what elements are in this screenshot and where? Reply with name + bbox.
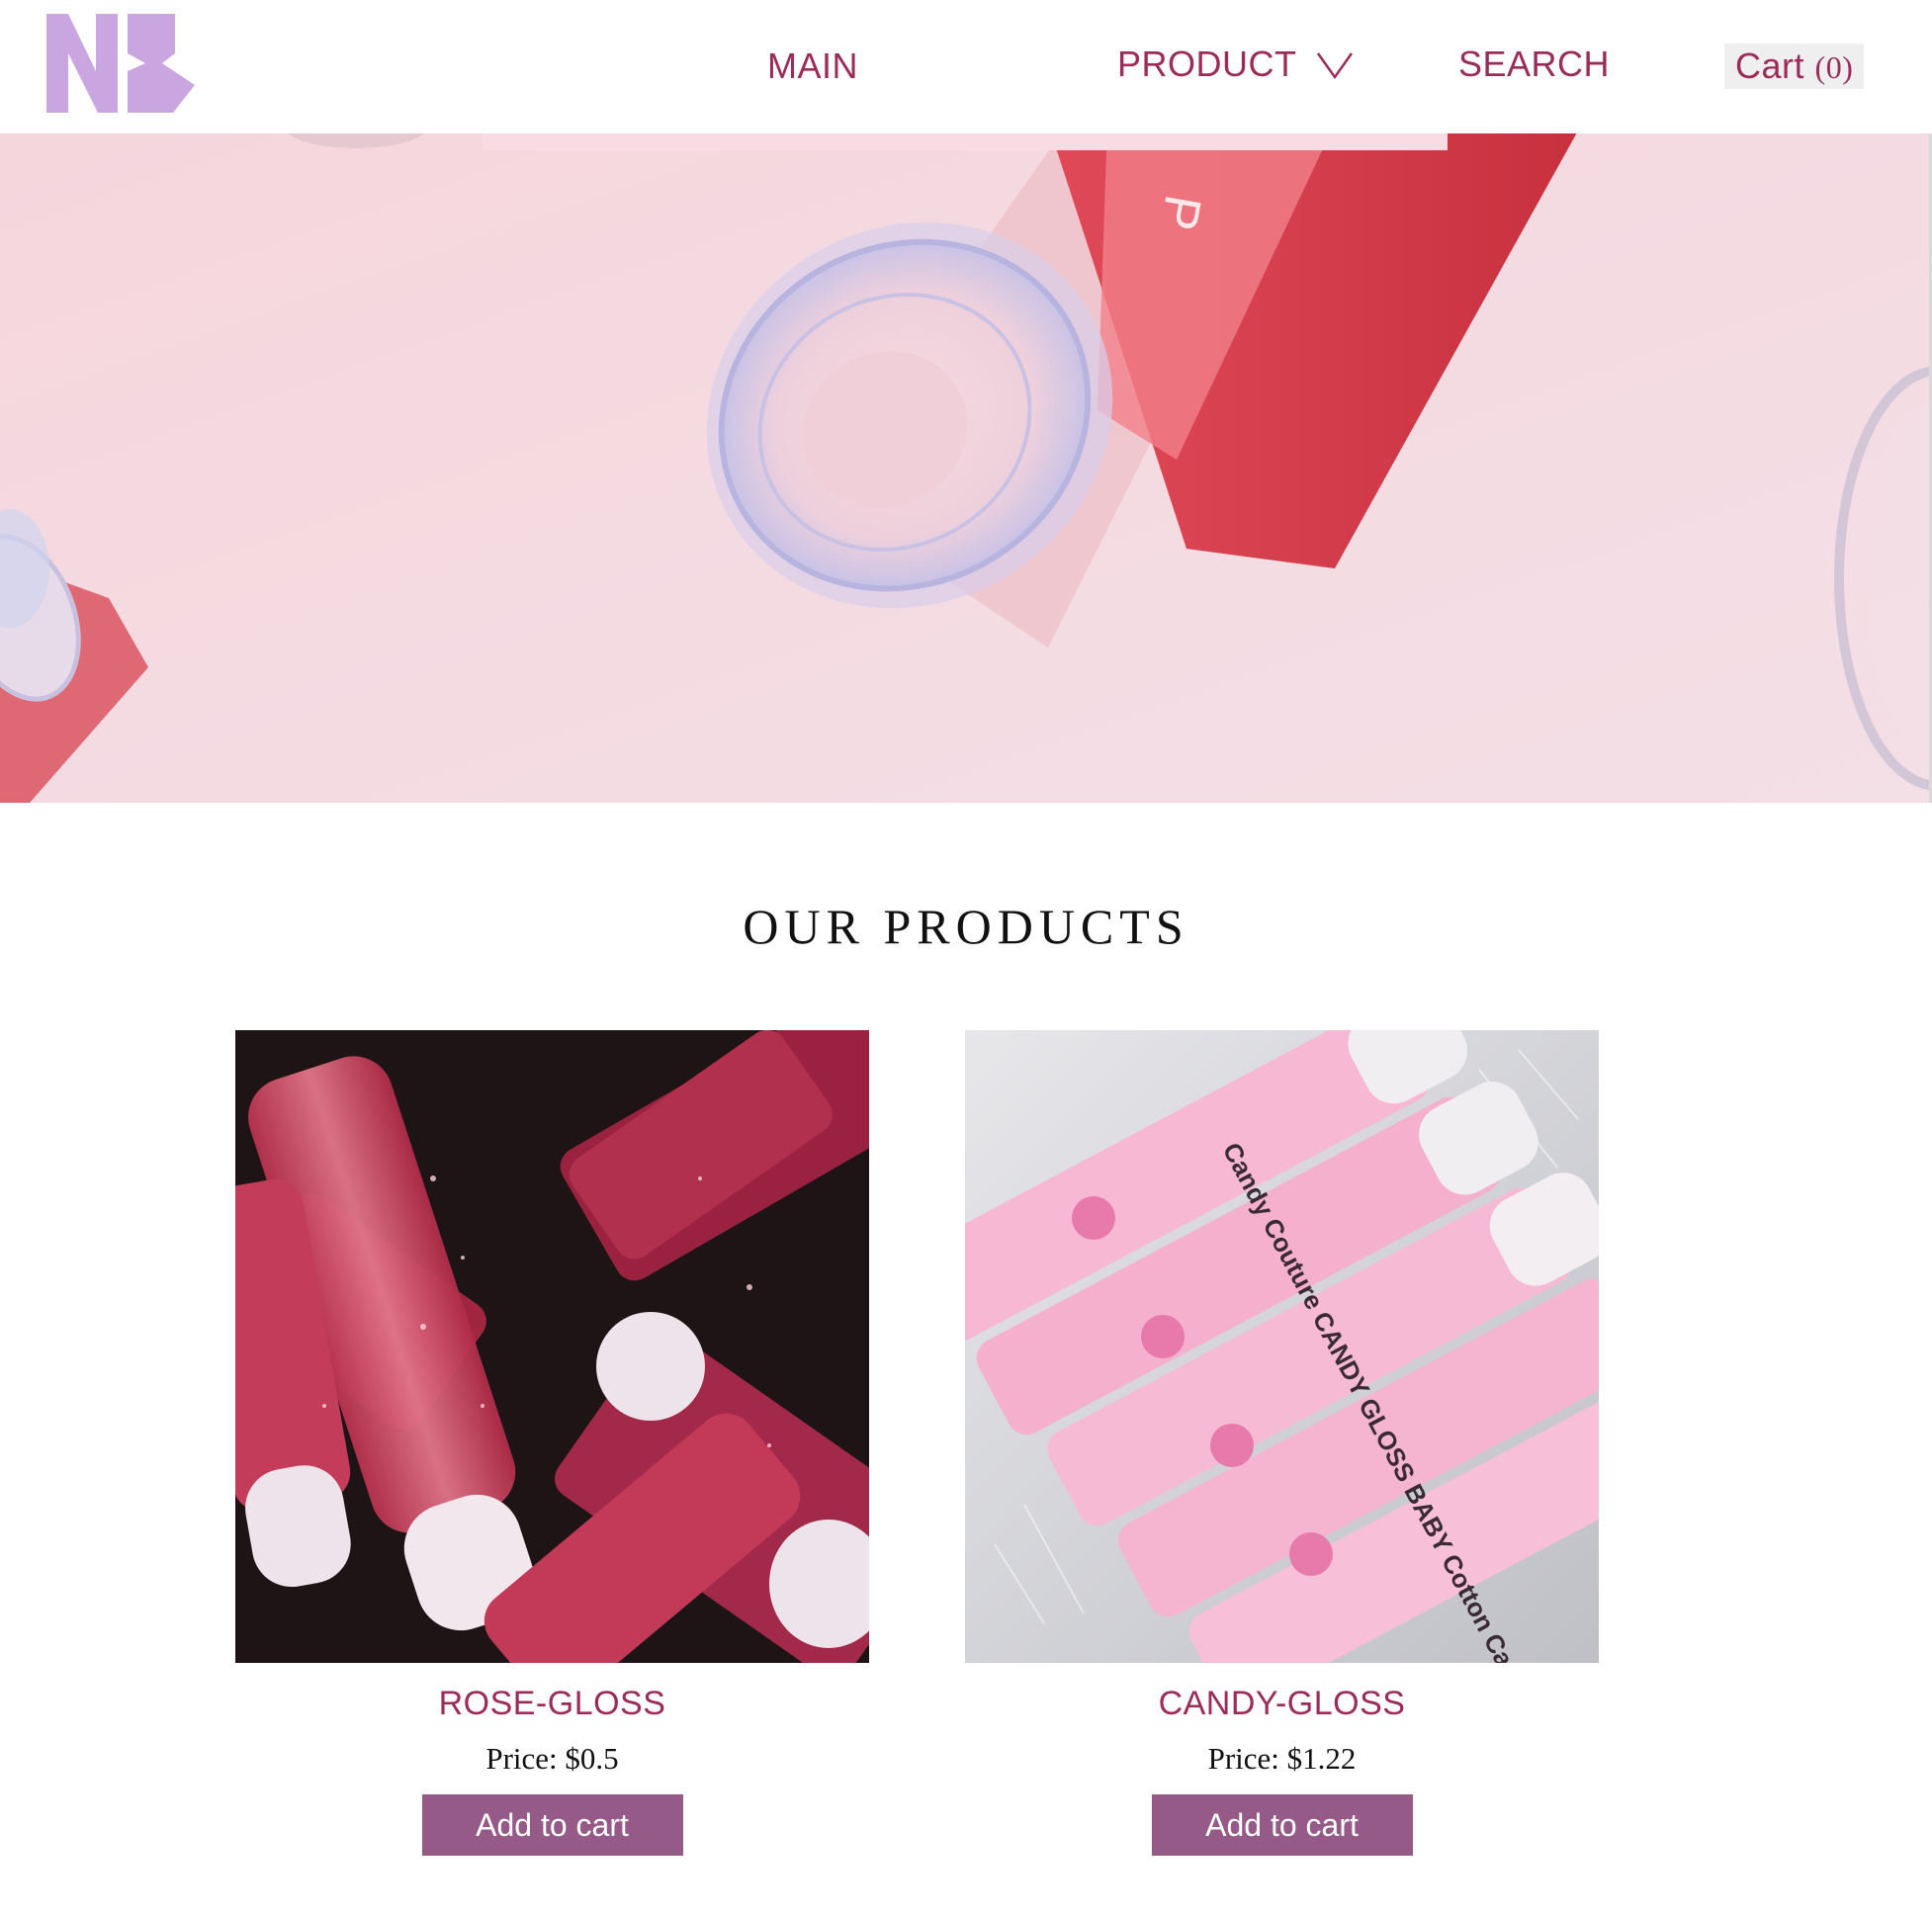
product-image-candy-gloss[interactable]: Candy Couture CANDY GLOSS BABY Cotton Ca… [965, 1030, 1599, 1663]
nav-product-dropdown[interactable]: PRODUCT [1117, 44, 1354, 85]
add-to-cart-button[interactable]: Add to cart [1151, 1794, 1413, 1856]
product-card: Candy Couture CANDY GLOSS BABY Cotton Ca… [965, 1030, 1599, 1856]
hero-banner-image: P [0, 133, 1932, 803]
nav-product-label: PRODUCT [1117, 44, 1296, 84]
nav-main-link[interactable]: MAIN [767, 45, 858, 87]
brand-logo[interactable] [46, 14, 195, 113]
product-price: Price: $0.5 [485, 1741, 619, 1776]
cart-button[interactable]: Cart (0) [1724, 44, 1865, 89]
add-to-cart-button[interactable]: Add to cart [421, 1794, 683, 1856]
site-header: MAIN PRODUCT SEARCH Cart (0) [0, 0, 1932, 133]
chevron-down-icon [1316, 47, 1354, 80]
product-card: ROSE-GLOSS Price: $0.5 Add to cart [235, 1030, 869, 1856]
product-image-rose-gloss[interactable] [235, 1030, 869, 1663]
product-price: Price: $1.22 [1207, 1741, 1357, 1776]
cart-count: (0) [1814, 49, 1854, 85]
products-section-title: OUR PRODUCTS [743, 899, 1189, 954]
nav-search-link[interactable]: SEARCH [1458, 44, 1610, 85]
cart-label: Cart [1735, 45, 1805, 86]
product-name-link[interactable]: ROSE-GLOSS [235, 1685, 869, 1723]
product-name-link[interactable]: CANDY-GLOSS [965, 1685, 1599, 1723]
hero-overlay-band [483, 133, 1448, 150]
